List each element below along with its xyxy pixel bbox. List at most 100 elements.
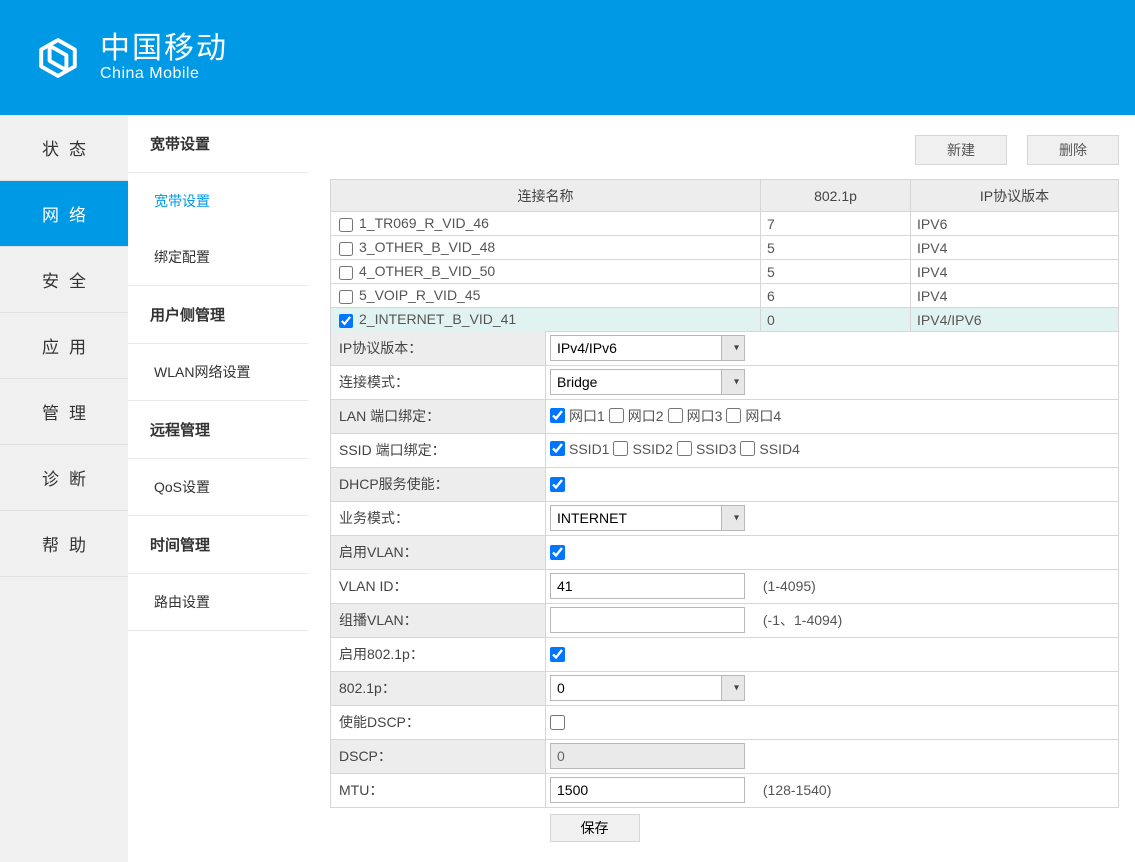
input-vlan-id[interactable]	[550, 573, 745, 599]
checkbox-dhcp[interactable]	[550, 477, 565, 492]
label-lan2: 网口2	[628, 406, 664, 426]
conn-ipver: IPV4	[911, 284, 1119, 308]
checkbox-lan2[interactable]	[609, 408, 624, 423]
checkbox-dscp-enable[interactable]	[550, 715, 565, 730]
label-lan3: 网口3	[687, 406, 723, 426]
nav-main-security[interactable]: 安全	[0, 247, 128, 313]
row-checkbox[interactable]	[339, 266, 353, 280]
brand-name-en: China Mobile	[100, 65, 228, 83]
label-dscp: DSCP：	[331, 739, 546, 773]
content: 新建 删除 连接名称 802.1p IP协议版本 1_TR069_R_VID_4…	[308, 115, 1135, 862]
nav-main-network[interactable]: 网络	[0, 181, 128, 247]
nav-sub-wlan-settings[interactable]: WLAN网络设置	[128, 344, 308, 400]
conn-name: 5_VOIP_R_VID_45	[359, 287, 480, 303]
row-checkbox[interactable]	[339, 242, 353, 256]
nav-sub: 宽带设置 宽带设置 绑定配置 用户侧管理 WLAN网络设置 远程管理 QoS设置…	[128, 115, 308, 862]
table-row[interactable]: 2_INTERNET_B_VID_41 0IPV4/IPV6	[331, 308, 1119, 332]
select-8021p[interactable]: 0	[550, 675, 745, 701]
label-lan-bind: LAN 端口绑定：	[331, 399, 546, 433]
header: 中国移动 China Mobile	[0, 0, 1135, 115]
select-conn-mode[interactable]: Bridge	[550, 369, 745, 395]
input-mtu[interactable]	[550, 777, 745, 803]
nav-main-help[interactable]: 帮助	[0, 511, 128, 577]
row-checkbox[interactable]	[339, 314, 353, 328]
conn-8021p: 5	[761, 260, 911, 284]
brand-name-cn: 中国移动	[100, 32, 228, 65]
label-vlan-enable: 启用VLAN：	[331, 535, 546, 569]
settings-form: IP协议版本： IPv4/IPv6 ▾ 连接模式： Bridge ▾	[330, 331, 1119, 842]
action-bar: 新建 删除	[330, 135, 1119, 165]
table-row[interactable]: 5_VOIP_R_VID_45 6IPV4	[331, 284, 1119, 308]
col-header-8021p: 802.1p	[761, 180, 911, 212]
nav-main-diagnose[interactable]: 诊断	[0, 445, 128, 511]
col-header-ipver: IP协议版本	[911, 180, 1119, 212]
table-row[interactable]: 4_OTHER_B_VID_50 5IPV4	[331, 260, 1119, 284]
nav-main-manage[interactable]: 管理	[0, 379, 128, 445]
label-ssid3: SSID3	[696, 441, 736, 457]
select-svc-mode[interactable]: INTERNET	[550, 505, 745, 531]
checkbox-ssid1[interactable]	[550, 441, 565, 456]
conn-name: 3_OTHER_B_VID_48	[359, 239, 495, 255]
nav-sub-broadband-settings[interactable]: 宽带设置	[128, 173, 308, 229]
label-lan4: 网口4	[745, 406, 781, 426]
checkbox-ssid3[interactable]	[677, 441, 692, 456]
label-ssid-bind: SSID 端口绑定：	[331, 433, 546, 467]
new-button[interactable]: 新建	[915, 135, 1007, 165]
label-svc-mode: 业务模式：	[331, 501, 546, 535]
label-dscp-enable: 使能DSCP：	[331, 705, 546, 739]
conn-ipver: IPV4	[911, 260, 1119, 284]
conn-ipver: IPV4/IPV6	[911, 308, 1119, 332]
row-checkbox[interactable]	[339, 218, 353, 232]
checkbox-lan3[interactable]	[668, 408, 683, 423]
checkbox-8021p-enable[interactable]	[550, 647, 565, 662]
nav-main: 状态 网络 安全 应用 管理 诊断 帮助	[0, 115, 128, 862]
checkbox-vlan-enable[interactable]	[550, 545, 565, 560]
label-mcast-vlan: 组播VLAN：	[331, 603, 546, 637]
conn-8021p: 6	[761, 284, 911, 308]
label-8021p-enable: 启用802.1p：	[331, 637, 546, 671]
label-dhcp: DHCP服务使能：	[331, 467, 546, 501]
label-ssid2: SSID2	[632, 441, 672, 457]
hint-mtu: (128-1540)	[763, 782, 832, 798]
conn-8021p: 0	[761, 308, 911, 332]
table-row[interactable]: 3_OTHER_B_VID_48 5IPV4	[331, 236, 1119, 260]
brand-logo-icon	[30, 30, 86, 86]
nav-sub-group-time: 时间管理	[128, 516, 308, 574]
nav-sub-group-broadband: 宽带设置	[128, 115, 308, 173]
label-vlan-id: VLAN ID：	[331, 569, 546, 603]
delete-button[interactable]: 删除	[1027, 135, 1119, 165]
hint-mcast-vlan: (-1、1-4094)	[763, 612, 842, 628]
conn-8021p: 7	[761, 212, 911, 236]
conn-name: 1_TR069_R_VID_46	[359, 215, 489, 231]
nav-sub-group-remote: 远程管理	[128, 401, 308, 459]
checkbox-lan1[interactable]	[550, 408, 565, 423]
col-header-name: 连接名称	[331, 180, 761, 212]
nav-sub-route-settings[interactable]: 路由设置	[128, 574, 308, 630]
conn-8021p: 5	[761, 236, 911, 260]
row-checkbox[interactable]	[339, 290, 353, 304]
hint-vlan-id: (1-4095)	[763, 578, 816, 594]
label-8021p: 802.1p：	[331, 671, 546, 705]
save-button[interactable]: 保存	[550, 814, 640, 842]
select-ip-proto[interactable]: IPv4/IPv6	[550, 335, 745, 361]
checkbox-ssid2[interactable]	[613, 441, 628, 456]
checkbox-lan4[interactable]	[726, 408, 741, 423]
input-dscp	[550, 743, 745, 769]
logo: 中国移动 China Mobile	[30, 30, 228, 86]
label-mtu: MTU：	[331, 773, 546, 807]
input-mcast-vlan[interactable]	[550, 607, 745, 633]
label-ip-proto: IP协议版本：	[331, 331, 546, 365]
conn-ipver: IPV6	[911, 212, 1119, 236]
nav-sub-group-userside: 用户侧管理	[128, 286, 308, 344]
nav-sub-bind-config[interactable]: 绑定配置	[128, 229, 308, 285]
checkbox-ssid4[interactable]	[740, 441, 755, 456]
conn-ipver: IPV4	[911, 236, 1119, 260]
conn-name: 4_OTHER_B_VID_50	[359, 263, 495, 279]
label-lan1: 网口1	[569, 406, 605, 426]
table-row[interactable]: 1_TR069_R_VID_46 7IPV6	[331, 212, 1119, 236]
nav-main-app[interactable]: 应用	[0, 313, 128, 379]
label-ssid4: SSID4	[759, 441, 799, 457]
nav-sub-qos-settings[interactable]: QoS设置	[128, 459, 308, 515]
nav-main-status[interactable]: 状态	[0, 115, 128, 181]
conn-name: 2_INTERNET_B_VID_41	[359, 311, 516, 327]
